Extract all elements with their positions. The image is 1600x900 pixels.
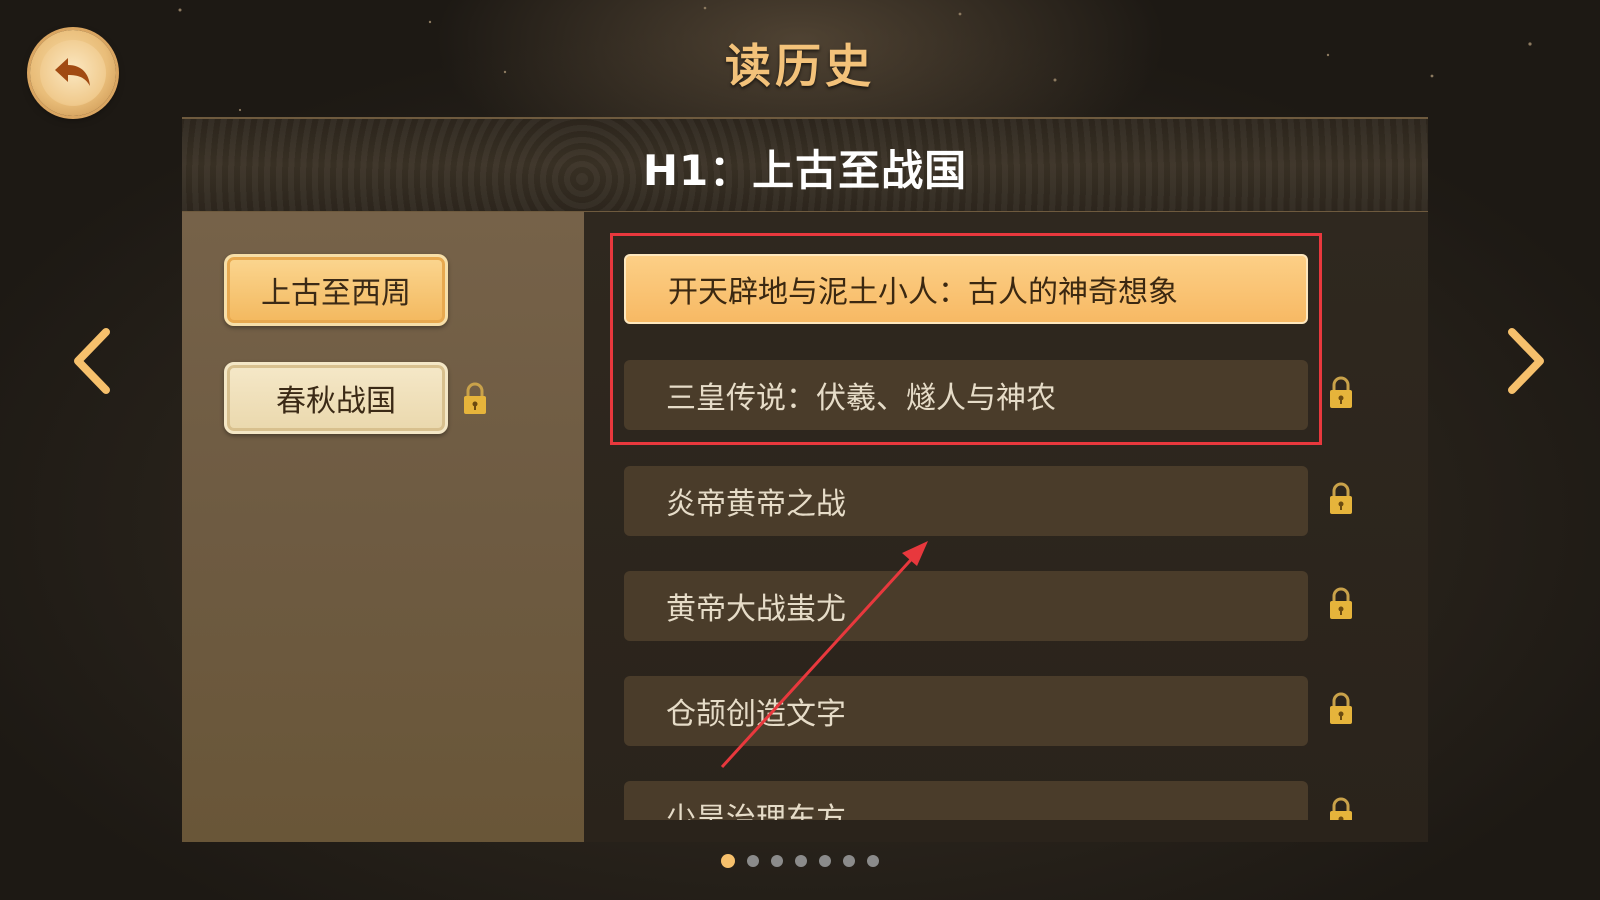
chapter-banner: H1：上古至战国	[182, 117, 1428, 213]
pagination-dot[interactable]	[747, 855, 759, 867]
lesson-item[interactable]: 少昊治理东方	[624, 781, 1308, 820]
page-title: 读历史	[725, 39, 875, 93]
lesson-label: 少昊治理东方	[666, 802, 846, 820]
lesson-item[interactable]: 三皇传说：伏羲、燧人与神农	[624, 360, 1308, 430]
era-label: 上古至西周	[261, 276, 411, 311]
lesson-label: 仓颉创造文字	[666, 697, 846, 732]
era-label: 春秋战国	[276, 384, 396, 419]
pagination-dot[interactable]	[819, 855, 831, 867]
lock-icon	[1330, 376, 1352, 408]
lesson-item[interactable]: 开天辟地与泥土小人：古人的神奇想象	[624, 254, 1308, 324]
lesson-item[interactable]: 仓颉创造文字	[624, 676, 1308, 746]
lesson-label: 三皇传说：伏羲、燧人与神农	[666, 381, 1056, 416]
pagination-dot[interactable]	[721, 854, 735, 868]
lock-icon	[1330, 797, 1352, 820]
lock-icon	[464, 382, 486, 414]
chapter-title: H1：上古至战国	[642, 146, 968, 195]
lesson-list[interactable]: 开天辟地与泥土小人：古人的神奇想象 三皇传说：伏羲、燧人与神农 炎帝黄帝之战 黄…	[584, 212, 1428, 820]
lock-icon	[1330, 692, 1352, 724]
lesson-item[interactable]: 黄帝大战蚩尤	[624, 571, 1308, 641]
lesson-panel: 开天辟地与泥土小人：古人的神奇想象 三皇传说：伏羲、燧人与神农 炎帝黄帝之战 黄…	[584, 212, 1428, 842]
pagination-dot[interactable]	[771, 855, 783, 867]
lock-icon	[1330, 482, 1352, 514]
lesson-label: 开天辟地与泥土小人：古人的神奇想象	[668, 275, 1178, 310]
pagination-dot[interactable]	[795, 855, 807, 867]
era-panel: 上古至西周 春秋战国	[182, 212, 584, 842]
pagination-dot[interactable]	[867, 855, 879, 867]
lesson-label: 黄帝大战蚩尤	[666, 592, 846, 627]
next-page-icon[interactable]	[1500, 326, 1550, 396]
pagination-dots	[0, 854, 1600, 868]
era-button-spring-autumn-warring-states[interactable]: 春秋战国	[224, 362, 448, 434]
lesson-label: 炎帝黄帝之战	[666, 487, 846, 522]
era-button-ancient-western-zhou[interactable]: 上古至西周	[224, 254, 448, 326]
pagination-dot[interactable]	[843, 855, 855, 867]
lock-icon	[1330, 587, 1352, 619]
previous-page-icon[interactable]	[68, 326, 118, 396]
lesson-item[interactable]: 炎帝黄帝之战	[624, 466, 1308, 536]
